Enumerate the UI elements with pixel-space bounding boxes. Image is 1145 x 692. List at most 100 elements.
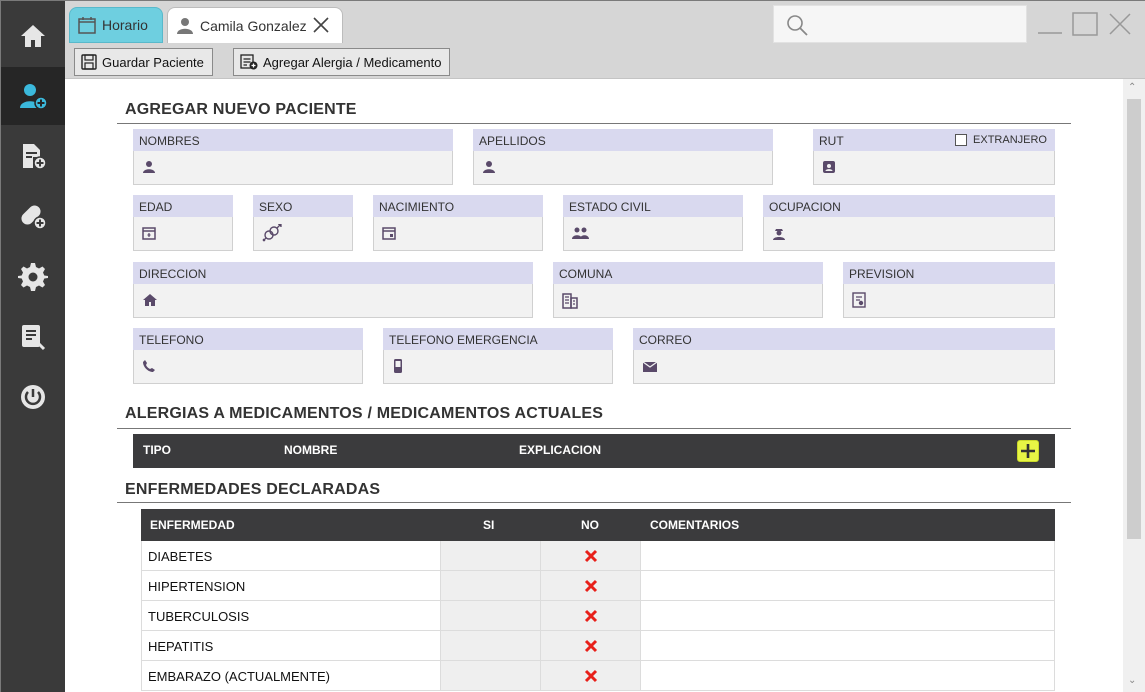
report-icon[interactable] — [1, 307, 65, 365]
col-no: NO — [581, 518, 599, 532]
divider — [117, 502, 1071, 503]
correo-input[interactable] — [633, 350, 1055, 384]
worker-icon — [773, 229, 785, 240]
si-cell[interactable] — [440, 571, 540, 600]
no-cell[interactable] — [540, 661, 640, 690]
edad-input[interactable] — [133, 217, 233, 251]
scroll-up-icon[interactable]: ⌃ — [1128, 82, 1136, 93]
si-cell[interactable] — [440, 631, 540, 660]
tab-patient-label: Camila Gonzalez — [200, 17, 307, 34]
telefono-emergencia-input[interactable] — [383, 350, 613, 384]
add-document-icon[interactable] — [1, 127, 65, 185]
rut-input[interactable] — [813, 151, 1055, 185]
close-window-icon[interactable] — [1105, 9, 1135, 39]
col-explicacion: EXPLICACION — [519, 443, 602, 457]
form-title: AGREGAR NUEVO PACIENTE — [125, 101, 357, 118]
nombres-input[interactable] — [133, 151, 453, 185]
estado-civil-input[interactable] — [563, 217, 743, 251]
cross-icon — [584, 549, 597, 562]
home-icon[interactable] — [1, 7, 65, 65]
scrollbar-thumb[interactable] — [1127, 99, 1141, 539]
no-cell[interactable] — [540, 601, 640, 630]
home-icon — [143, 294, 157, 306]
comuna-label: COMUNA — [553, 262, 823, 284]
minimize-icon[interactable] — [1035, 9, 1065, 39]
si-cell[interactable] — [440, 661, 540, 690]
allergies-header: TIPO NOMBRE EXPLICACION — [133, 434, 1055, 468]
nacimiento-label: NACIMIENTO — [373, 195, 543, 217]
apellidos-input[interactable] — [473, 151, 773, 185]
disease-name: TUBERCULOSIS — [148, 609, 250, 624]
add-allergy-row-button[interactable] — [1017, 440, 1039, 462]
col-enfermedad: ENFERMEDAD — [150, 518, 235, 532]
disease-name: DIABETES — [148, 549, 213, 564]
prevision-input[interactable] — [843, 284, 1055, 318]
sexo-field: SEXO — [253, 195, 353, 251]
couple-icon — [572, 227, 589, 239]
tab-camila-gonzalez[interactable]: Camila Gonzalez — [167, 7, 343, 43]
divider — [117, 428, 1071, 429]
disease-name: HIPERTENSION — [148, 579, 246, 594]
add-medication-icon[interactable] — [1, 187, 65, 245]
toolbar: Guardar Paciente Agregar Alergia / Medic… — [65, 45, 1145, 79]
si-cell[interactable] — [440, 601, 540, 630]
telefono-field: TELEFONO — [133, 328, 363, 384]
diseases-table: DIABETES HIPERTENSION TUBERCULOSIS HEPAT… — [141, 541, 1055, 691]
add-allergy-label: Agregar Alergia / Medicamento — [263, 54, 442, 70]
no-cell[interactable] — [540, 541, 640, 570]
col-nombre: NOMBRE — [284, 443, 338, 457]
app-window: Horario Camila Gonzalez Guardar Paciente… — [0, 0, 1145, 692]
power-icon[interactable] — [1, 367, 65, 425]
estado-civil-label: ESTADO CIVIL — [563, 195, 743, 217]
tab-horario-label: Horario — [102, 17, 148, 33]
mobile-phone-icon — [394, 359, 402, 373]
comment-cell[interactable] — [640, 601, 1056, 630]
extranjero-checkbox[interactable]: EXTRANJERO — [955, 134, 1047, 146]
direccion-input[interactable] — [133, 284, 533, 318]
phone-icon — [143, 360, 155, 372]
id-card-icon — [823, 161, 835, 173]
floppy-disk-icon — [81, 54, 97, 70]
settings-icon[interactable] — [1, 247, 65, 305]
telefono-input[interactable] — [133, 350, 363, 384]
col-tipo: TIPO — [143, 443, 172, 457]
ocupacion-field: OCUPACION — [763, 195, 1055, 251]
cross-icon — [584, 579, 597, 592]
telefono-emergencia-label: TELEFONO EMERGENCIA — [383, 328, 613, 350]
save-patient-label: Guardar Paciente — [102, 54, 204, 70]
calendar-number-icon — [142, 227, 156, 240]
comment-cell[interactable] — [640, 571, 1056, 600]
tab-horario[interactable]: Horario — [69, 7, 163, 43]
add-patient-icon[interactable] — [1, 67, 65, 125]
comuna-input[interactable] — [553, 284, 823, 318]
cross-icon — [584, 639, 597, 652]
add-list-icon — [240, 54, 258, 70]
comment-cell[interactable] — [640, 541, 1056, 570]
ocupacion-input[interactable] — [763, 217, 1055, 251]
sidebar — [1, 1, 65, 692]
search-input[interactable] — [773, 5, 1027, 43]
comment-cell[interactable] — [640, 631, 1056, 660]
close-icon[interactable] — [312, 16, 330, 34]
scroll-down-icon[interactable]: ⌄ — [1128, 675, 1136, 686]
apellidos-field: APELLIDOS — [473, 129, 773, 185]
no-cell[interactable] — [540, 631, 640, 660]
prevision-field: PREVISION — [843, 262, 1055, 318]
comment-cell[interactable] — [640, 661, 1056, 690]
vertical-scrollbar[interactable]: ⌃ ⌄ — [1123, 79, 1145, 692]
disease-name: HEPATITIS — [148, 639, 214, 654]
add-allergy-button[interactable]: Agregar Alergia / Medicamento — [233, 48, 451, 76]
si-cell[interactable] — [440, 541, 540, 570]
insurance-doc-icon — [852, 292, 866, 308]
nombres-field: NOMBRES — [133, 129, 453, 185]
checkbox-box[interactable] — [955, 134, 968, 146]
save-patient-button[interactable]: Guardar Paciente — [74, 48, 213, 76]
sexo-input[interactable] — [253, 217, 353, 251]
user-icon — [143, 161, 155, 173]
correo-label: CORREO — [633, 328, 1055, 350]
nacimiento-input[interactable] — [373, 217, 543, 251]
estado-civil-field: ESTADO CIVIL — [563, 195, 743, 251]
no-cell[interactable] — [540, 571, 640, 600]
maximize-icon[interactable] — [1070, 9, 1100, 39]
calendar-icon — [382, 227, 396, 240]
